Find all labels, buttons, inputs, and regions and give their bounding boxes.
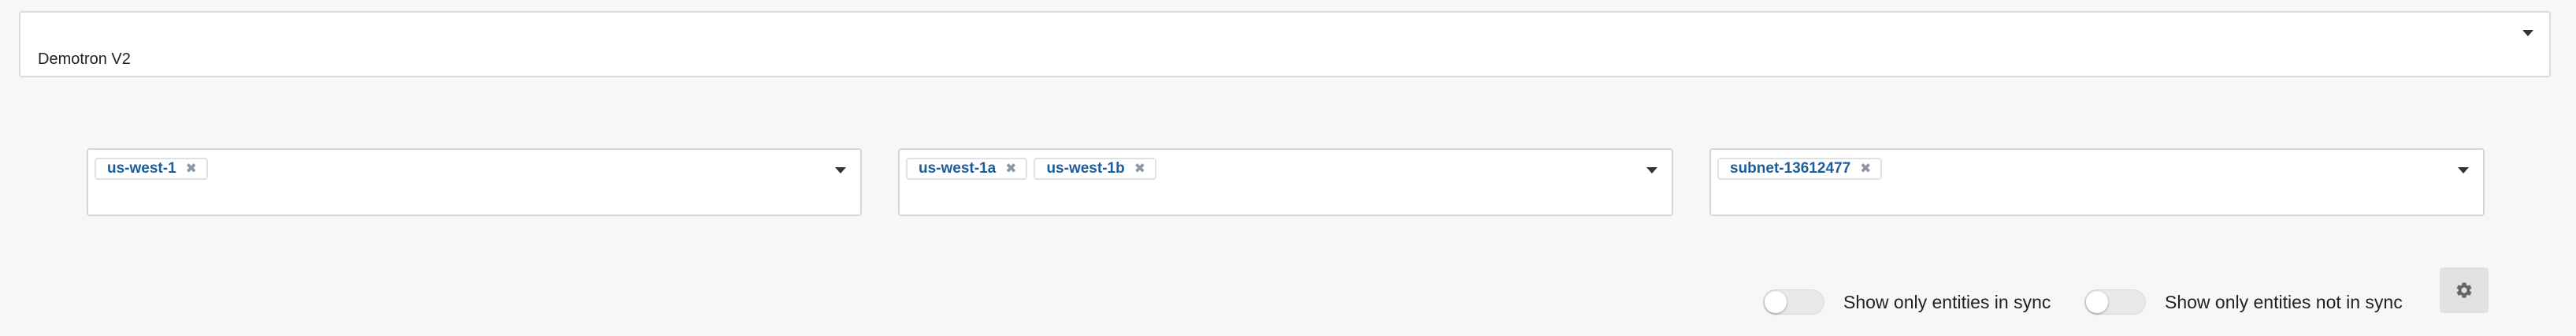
region-select[interactable]: us-west-1 ✖: [87, 148, 862, 216]
in-sync-toggle[interactable]: [1763, 289, 1824, 315]
toggle-knob: [2086, 291, 2108, 313]
chevron-down-icon[interactable]: [835, 167, 846, 174]
gear-icon: [2456, 282, 2472, 298]
subnet-select[interactable]: subnet-13612477 ✖: [1709, 148, 2485, 216]
toggle-knob: [1765, 291, 1787, 313]
filter-chip-label: subnet-13612477: [1730, 160, 1851, 177]
zone-chips: us-west-1a ✖ us-west-1b ✖: [906, 158, 1156, 180]
account-select[interactable]: Demotron V2: [19, 11, 2551, 77]
filter-chip: us-west-1 ✖: [95, 158, 208, 180]
filter-chip-label: us-west-1: [107, 160, 176, 177]
chevron-down-icon[interactable]: [1646, 167, 1657, 174]
filter-chip: subnet-13612477 ✖: [1717, 158, 1883, 180]
region-chips: us-west-1 ✖: [95, 158, 208, 180]
in-sync-toggle-label: Show only entities in sync: [1843, 291, 2051, 312]
filter-chip-label: us-west-1b: [1046, 160, 1125, 177]
chevron-down-icon[interactable]: [2458, 167, 2469, 174]
not-in-sync-toggle-group: Show only entities not in sync: [2084, 289, 2403, 315]
availability-zone-select[interactable]: us-west-1a ✖ us-west-1b ✖: [898, 148, 1673, 216]
subnet-chips: subnet-13612477 ✖: [1717, 158, 1883, 180]
filter-chip-label: us-west-1a: [919, 160, 997, 177]
remove-chip-icon[interactable]: ✖: [1860, 161, 1871, 177]
chevron-down-icon[interactable]: [2522, 30, 2533, 36]
not-in-sync-toggle[interactable]: [2084, 289, 2146, 315]
remove-chip-icon[interactable]: ✖: [1005, 161, 1016, 177]
not-in-sync-toggle-label: Show only entities not in sync: [2165, 291, 2403, 312]
filter-chip: us-west-1b ✖: [1034, 158, 1156, 180]
filter-chip: us-west-1a ✖: [906, 158, 1028, 180]
settings-button[interactable]: [2440, 267, 2489, 313]
account-select-value: Demotron V2: [38, 50, 131, 68]
remove-chip-icon[interactable]: ✖: [186, 161, 197, 177]
in-sync-toggle-group: Show only entities in sync: [1763, 289, 2051, 315]
remove-chip-icon[interactable]: ✖: [1134, 161, 1145, 177]
